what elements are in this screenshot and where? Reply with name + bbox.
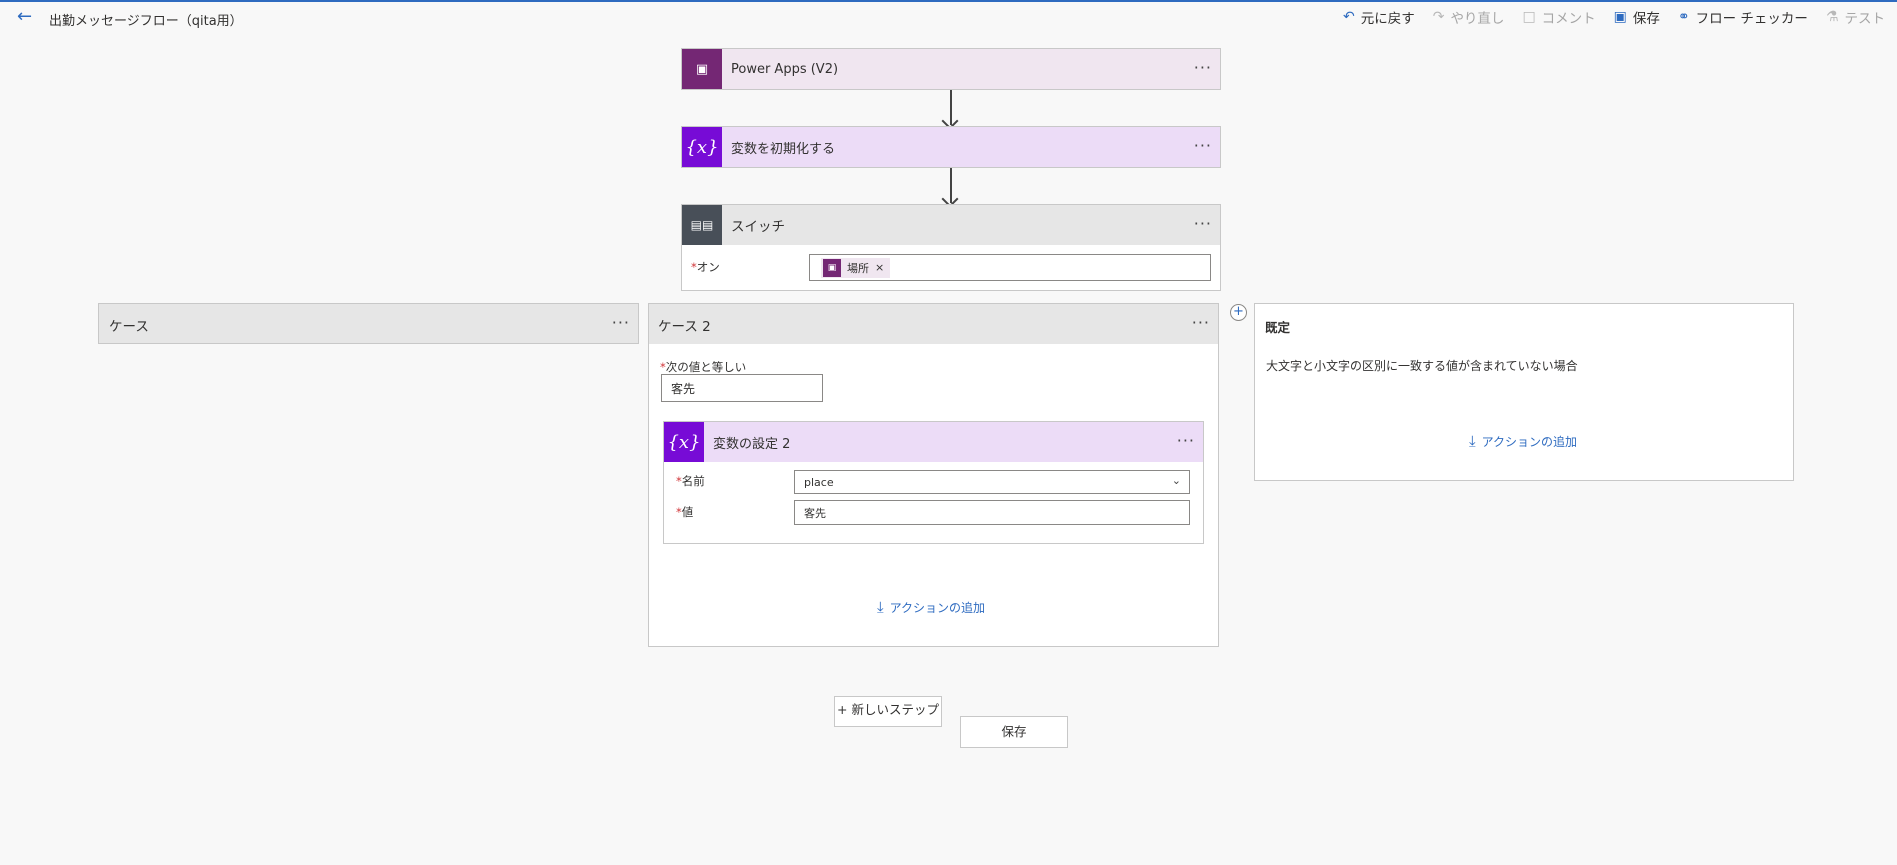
case2-header: ケース 2 ··· [649,304,1218,344]
value-label: *値 [676,505,694,519]
name-label: *名前 [676,474,705,488]
value-input[interactable]: 客先 [794,500,1190,525]
case1-title: ケース [109,319,149,335]
equals-label: *次の値と等しい [660,360,747,374]
trigger-title: Power Apps (V2) [731,61,839,77]
switch-icon: ▤▤ [682,205,722,245]
default-add-action-button[interactable]: ⤓ アクションの追加 [1469,432,1577,450]
chevron-down-icon: ⌄ [1171,474,1181,487]
switch-more-icon[interactable]: ··· [1194,214,1212,233]
stethoscope-icon: ⚭ [1677,9,1690,25]
case2-title: ケース 2 [658,319,711,335]
comment-icon: □ [1522,9,1536,25]
trigger-more-icon[interactable]: ··· [1194,58,1212,77]
name-dropdown[interactable]: place ⌄ [794,470,1190,494]
on-token[interactable]: ▣ 場所 × [821,257,891,278]
connector-arrow [950,90,952,125]
variable-icon: {x} [664,422,704,462]
trigger-card[interactable]: ▣ Power Apps (V2) ··· [681,48,1221,90]
undo-icon: ↶ [1342,9,1355,25]
connector-arrow [950,168,952,203]
redo-icon: ↷ [1432,9,1445,25]
redo-button[interactable]: ↷ やり直し [1433,7,1505,27]
equals-input[interactable]: 客先 [661,374,823,402]
init-variable-more-icon[interactable]: ··· [1194,136,1212,155]
add-action-icon: ⤓ [877,598,884,616]
switch-on-input[interactable]: ▣ 場所 × [809,254,1211,281]
power-apps-icon: ▣ [682,49,722,89]
default-title: 既定 [1265,320,1291,335]
undo-button[interactable]: ↶ 元に戻す [1343,7,1415,27]
set-variable-card[interactable]: {x} 変数の設定 2 ··· *名前 place ⌄ *値 客先 [663,421,1204,544]
save-button[interactable]: 保存 [960,716,1068,748]
set-variable-more-icon[interactable]: ··· [1177,431,1195,450]
case1-more-icon[interactable]: ··· [612,313,630,332]
default-card[interactable]: 既定 大文字と小文字の区別に一致する値が含まれていない場合 ⤓ アクションの追加 [1254,303,1794,481]
new-step-button[interactable]: + 新しいステップ [834,696,942,727]
switch-on-label: *オン [691,260,720,274]
default-description: 大文字と小文字の区別に一致する値が含まれていない場合 [1266,359,1578,373]
case2-more-icon[interactable]: ··· [1192,313,1210,332]
flow-title: 出勤メッセージフロー（qita用） [49,14,243,29]
command-list: ↶ 元に戻す ↷ やり直し □ コメント ▣ 保存 ⚭ フロー チェッカー ⚗ テスト [1343,7,1885,27]
back-arrow-icon[interactable]: ← [17,8,37,26]
flask-icon: ⚗ [1825,9,1839,25]
case2-card[interactable]: ケース 2 ··· *次の値と等しい 客先 {x} 変数の設定 2 ··· *名… [648,303,1219,647]
case1-card[interactable]: ケース ··· [98,303,639,344]
case2-add-action-button[interactable]: ⤓ アクションの追加 [877,598,985,616]
init-variable-card[interactable]: {x} 変数を初期化する ··· [681,126,1221,168]
token-close-icon[interactable]: × [875,261,884,274]
switch-card[interactable]: ▤▤ スイッチ ··· *オン ▣ 場所 × [681,204,1221,291]
variable-icon: {x} [682,127,722,167]
power-apps-icon: ▣ [823,258,841,277]
save-command-button[interactable]: ▣ 保存 [1614,7,1660,27]
flow-checker-button[interactable]: ⚭ フロー チェッカー [1678,7,1808,27]
test-button[interactable]: ⚗ テスト [1826,7,1885,27]
save-icon: ▣ [1613,9,1627,25]
add-case-plus-icon[interactable]: + [1230,304,1247,321]
set-variable-title: 変数の設定 2 [713,436,791,452]
init-variable-title: 変数を初期化する [731,141,836,157]
command-bar: ← 出勤メッセージフロー（qita用） ↶ 元に戻す ↷ やり直し □ コメント ▣ 保… [0,2,1897,32]
switch-title: スイッチ [731,219,785,235]
comment-button[interactable]: □ コメント [1522,7,1595,27]
add-action-icon: ⤓ [1469,432,1476,450]
